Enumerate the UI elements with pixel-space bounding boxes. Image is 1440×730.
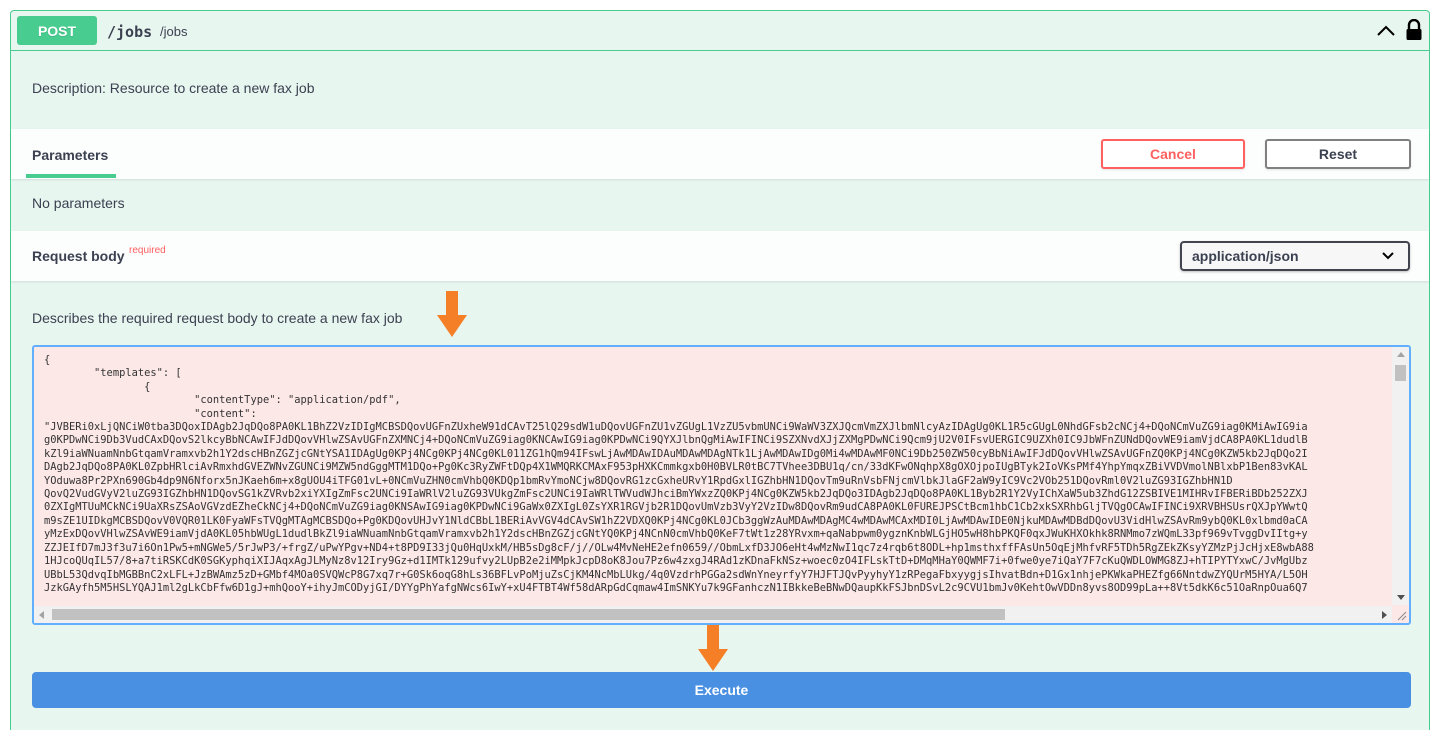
no-parameters-text: No parameters — [32, 195, 125, 211]
operation-description: Description: Resource to create a new fa… — [32, 80, 315, 96]
cancel-button[interactable]: Cancel — [1101, 139, 1245, 169]
vertical-scroll-thumb[interactable] — [1395, 365, 1406, 381]
operation-path-description: /jobs — [160, 24, 188, 39]
reset-button[interactable]: Reset — [1265, 139, 1411, 169]
scroll-up-icon[interactable] — [1397, 352, 1405, 357]
horizontal-scrollbar[interactable] — [34, 606, 1392, 623]
content-type-select[interactable]: application/json — [1180, 241, 1410, 271]
lock-icon[interactable] — [1405, 19, 1423, 41]
horizontal-scroll-thumb[interactable] — [52, 609, 1005, 620]
chevron-up-icon[interactable] — [1375, 21, 1397, 41]
parameters-header: Parameters Cancel Reset — [11, 129, 1429, 179]
scroll-left-icon[interactable] — [39, 611, 44, 619]
vertical-scrollbar[interactable] — [1392, 347, 1409, 605]
request-body-title: Request body — [32, 248, 125, 264]
operation-path: /jobs — [107, 23, 153, 41]
execute-button[interactable]: Execute — [32, 672, 1411, 708]
method-badge: POST — [17, 16, 97, 45]
scroll-right-icon[interactable] — [1382, 611, 1387, 619]
request-body-editor[interactable]: { "templates": [ { "contentType": "appli… — [32, 345, 1411, 625]
operation-block: POST /jobs /jobs Description: Resource t… — [10, 10, 1430, 730]
chevron-down-icon — [1382, 252, 1394, 260]
request-body-header: Request body required application/json — [11, 231, 1429, 281]
content-type-value: application/json — [1192, 248, 1299, 264]
resize-handle-icon[interactable] — [1397, 611, 1407, 621]
required-label: required — [129, 245, 166, 256]
request-body-description: Describes the required request body to c… — [32, 310, 403, 326]
tab-underline — [26, 174, 116, 178]
down-arrow-icon — [437, 291, 467, 337]
down-arrow-icon — [698, 625, 728, 671]
tab-parameters[interactable]: Parameters — [32, 147, 108, 163]
operation-summary[interactable]: POST /jobs /jobs — [11, 11, 1429, 51]
request-body-code[interactable]: { "templates": [ { "contentType": "appli… — [44, 354, 1384, 599]
scroll-down-icon[interactable] — [1397, 595, 1405, 600]
